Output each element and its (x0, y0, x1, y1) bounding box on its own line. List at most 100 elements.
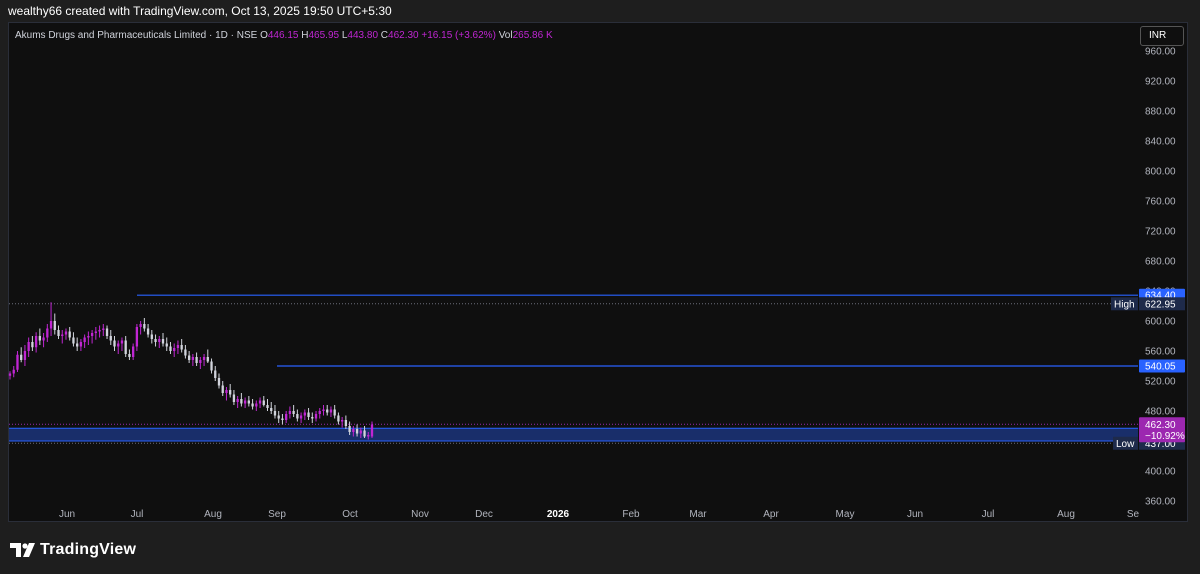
candle (340, 417, 344, 428)
candle (42, 333, 45, 348)
candle-body (184, 349, 187, 356)
x-tick-label: Mar (689, 509, 707, 520)
candle (12, 366, 15, 378)
candle-body (199, 360, 202, 363)
y-tick-label: 960.00 (1145, 47, 1176, 58)
candle-body (355, 429, 359, 434)
candle-body (191, 357, 195, 360)
candle-body (303, 412, 306, 416)
candle (314, 411, 318, 422)
candle-body (169, 346, 172, 351)
candle (266, 399, 269, 411)
candle (38, 328, 42, 345)
candle-body (273, 411, 277, 416)
candle-body (42, 337, 45, 341)
candle (124, 336, 127, 357)
candle-body (8, 373, 12, 376)
candle (311, 412, 314, 423)
candle-body (229, 390, 232, 395)
candle (288, 406, 292, 419)
y-tick-label: 400.00 (1145, 467, 1176, 478)
y-tick-label: 920.00 (1145, 77, 1176, 88)
footer (0, 522, 1200, 574)
candle-body (180, 345, 183, 350)
candle-body (105, 328, 109, 336)
candle (135, 324, 139, 351)
candle-body (161, 339, 165, 344)
candle-body (109, 336, 112, 341)
x-tick-label: Dec (475, 509, 493, 520)
candlestick-chart[interactable]: 960.00 920.00 880.00 840.00 800.00 760.00 720.… (0, 0, 1200, 522)
volume-label: Vol (498, 30, 513, 41)
candle-body (117, 343, 120, 347)
candle-body (120, 340, 124, 344)
candle-body (90, 333, 94, 336)
candle (285, 411, 288, 423)
candle-body (258, 400, 262, 404)
candle-body (113, 340, 116, 347)
y-tick-label: 560.00 (1145, 347, 1176, 358)
candle-body (31, 342, 34, 348)
candle (57, 325, 60, 339)
candle-body (79, 342, 83, 347)
candle (120, 337, 124, 351)
candle (296, 409, 299, 422)
candle (333, 405, 336, 419)
candle (68, 327, 71, 341)
candle (299, 412, 303, 423)
candle-body (16, 354, 19, 370)
candle-body (326, 409, 329, 413)
candle-body (87, 336, 90, 338)
close-value: 462.30 (388, 30, 419, 41)
candle-body (94, 331, 97, 333)
x-tick-label: Oct (342, 509, 358, 520)
candle-body (340, 420, 344, 422)
candle (117, 340, 120, 354)
candle-body (221, 385, 224, 393)
candle (292, 405, 295, 417)
candle (143, 318, 146, 332)
candle-body (135, 327, 139, 347)
x-tick-label: Jun (59, 509, 75, 520)
candle-body (206, 357, 209, 362)
candle (337, 412, 340, 425)
candle (165, 337, 168, 351)
x-tick-label: Jul (982, 509, 995, 520)
candle (184, 345, 187, 359)
y-tick-label: 480.00 (1145, 407, 1176, 418)
candle (8, 371, 12, 380)
candle (83, 334, 86, 348)
candle-body (352, 429, 355, 432)
tradingview-logo[interactable]: TradingView (10, 541, 136, 559)
candle (187, 351, 191, 363)
candle-body (307, 412, 310, 417)
candle (180, 339, 183, 353)
candle (105, 325, 109, 339)
x-tick-label: Aug (1057, 509, 1075, 520)
candle-body (262, 400, 265, 405)
last-price-change: −10.92% (1145, 431, 1185, 442)
x-tick-label: Feb (622, 509, 640, 520)
candle-body (76, 343, 79, 347)
high-value: 465.95 (308, 30, 340, 41)
candle-body (225, 390, 228, 393)
candle (61, 330, 64, 344)
candle-body (329, 409, 333, 413)
candle (232, 390, 236, 405)
candle-body (173, 348, 176, 351)
currency-button[interactable]: INR (1140, 26, 1184, 46)
candle-body (38, 336, 42, 341)
x-tick-label: Sep (268, 509, 286, 520)
level-price-tag-2-text: 540.05 (1145, 361, 1176, 372)
candle-body (57, 330, 60, 336)
candle-body (154, 339, 157, 342)
candle-body (46, 328, 49, 338)
x-tick-label: 2026 (547, 509, 570, 520)
candle (76, 337, 79, 351)
candle (98, 325, 101, 338)
candle (169, 342, 172, 354)
candle (176, 340, 180, 354)
last-price-value: 462.30 (1145, 420, 1176, 431)
candle-body (359, 430, 362, 434)
high-marker-value: 622.95 (1145, 299, 1176, 310)
